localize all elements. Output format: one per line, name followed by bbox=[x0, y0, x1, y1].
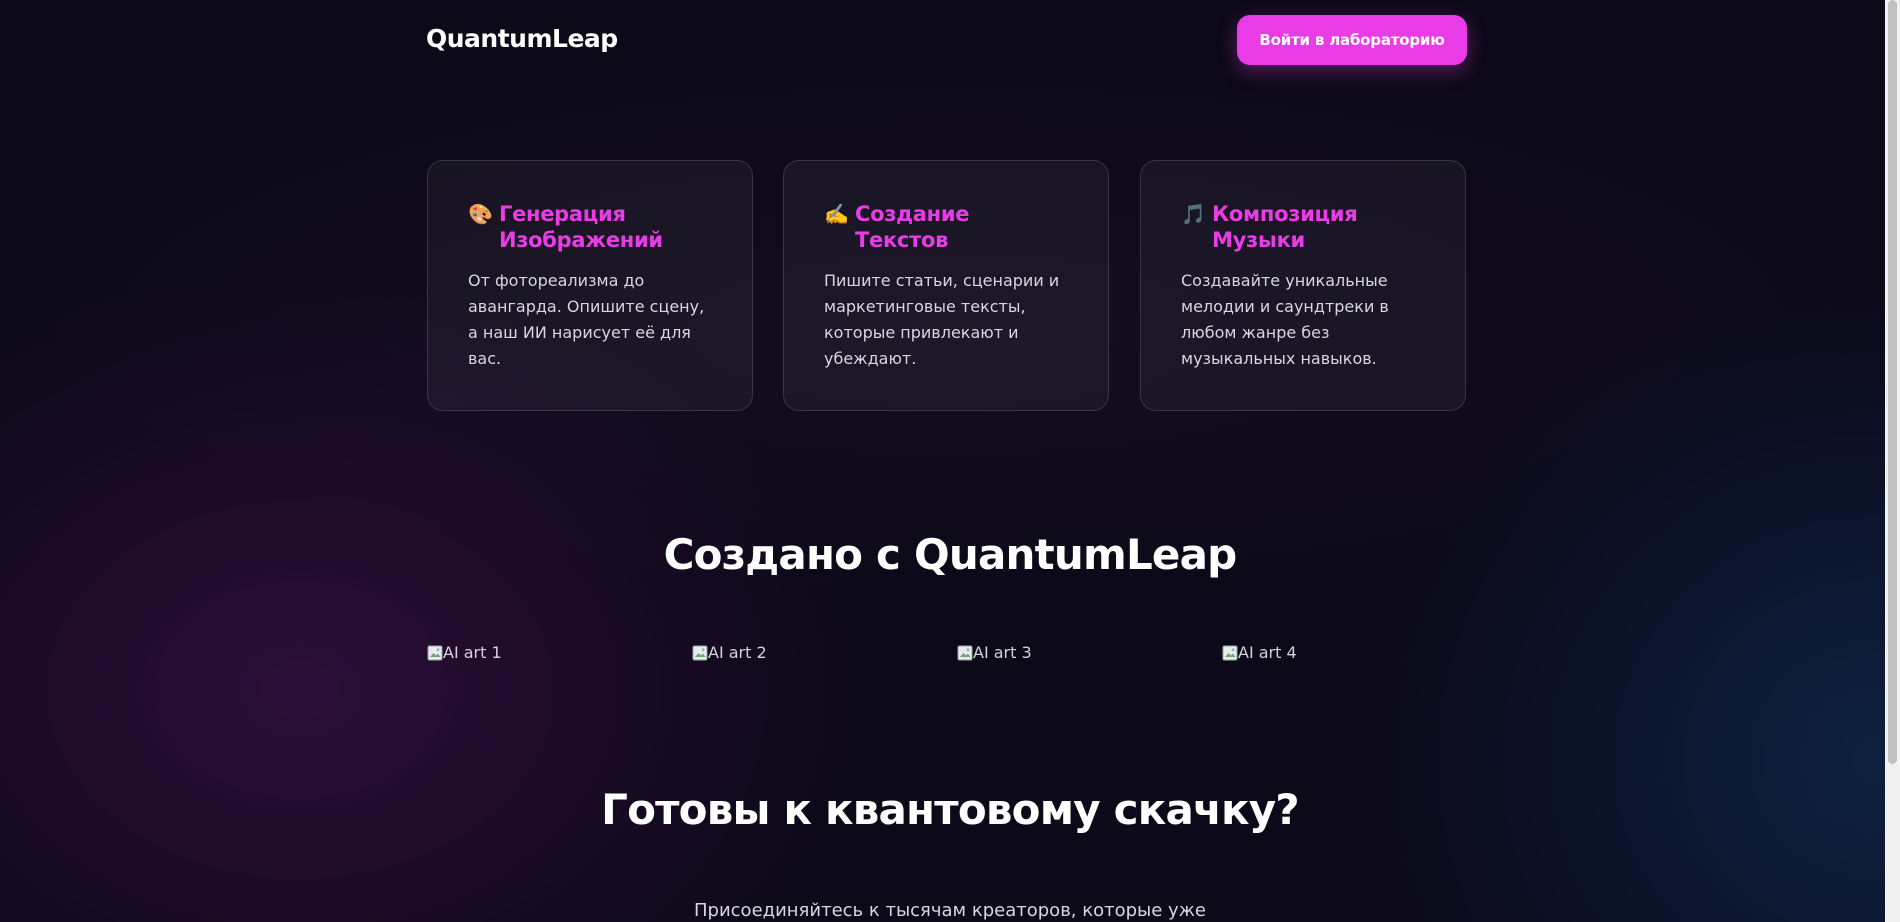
gallery-image[interactable]: AI art 3 bbox=[957, 643, 1032, 662]
feature-title-text: Композиция Музыки bbox=[1212, 202, 1358, 252]
broken-image-icon bbox=[692, 645, 708, 660]
scrollbar-thumb[interactable] bbox=[1888, 0, 1897, 764]
gallery-title: Создано с QuantumLeap bbox=[663, 530, 1238, 579]
music-notes-icon: 🎵 bbox=[1181, 202, 1206, 226]
vertical-scrollbar[interactable] bbox=[1885, 0, 1900, 922]
gallery-image[interactable]: AI art 2 bbox=[692, 643, 767, 662]
gallery-image-alt: AI art 2 bbox=[708, 643, 767, 662]
feature-card-texts: ✍️ Создание Текстов Пишите статьи, сцена… bbox=[783, 160, 1109, 411]
broken-image-icon bbox=[957, 645, 973, 660]
brand-logo[interactable]: QuantumLeap bbox=[426, 24, 618, 53]
broken-image-icon bbox=[427, 645, 443, 660]
gallery-grid: AI art 1 AI art 2 AI art 3 AI art 4 bbox=[427, 643, 1467, 683]
landing-page: QuantumLeap Войти в лабораторию 🎨 Генера… bbox=[0, 0, 1900, 922]
broken-image-icon bbox=[1222, 645, 1238, 660]
writing-hand-icon: ✍️ bbox=[824, 202, 849, 226]
feature-card-description: Пишите статьи, сценарии и маркетинговые … bbox=[824, 271, 1060, 368]
feature-card-music: 🎵 Композиция Музыки Создавайте уникальны… bbox=[1140, 160, 1466, 411]
feature-card-title: 🎨 Генерация Изображений bbox=[468, 201, 712, 253]
gallery-image-alt: AI art 3 bbox=[973, 643, 1032, 662]
feature-card-description: Создавайте уникальные мелодии и саундтре… bbox=[1181, 271, 1389, 368]
cta-subtitle: Присоединяйтесь к тысячам креаторов, кот… bbox=[694, 900, 1206, 921]
gallery-image-alt: AI art 1 bbox=[443, 643, 502, 662]
gallery-image-alt: AI art 4 bbox=[1238, 643, 1297, 662]
feature-card-title: ✍️ Создание Текстов bbox=[824, 201, 1068, 253]
feature-card-title: 🎵 Композиция Музыки bbox=[1181, 201, 1425, 253]
enter-lab-button[interactable]: Войти в лабораторию bbox=[1237, 15, 1467, 65]
feature-title-text: Создание Текстов bbox=[855, 202, 970, 252]
feature-card-description: От фотореализма до авангарда. Опишите сц… bbox=[468, 271, 705, 368]
cta-title: Готовы к квантовому скачку? bbox=[601, 785, 1300, 834]
feature-title-text: Генерация Изображений bbox=[499, 202, 663, 252]
feature-card-images: 🎨 Генерация Изображений От фотореализма … bbox=[427, 160, 753, 411]
gallery-image[interactable]: AI art 1 bbox=[427, 643, 502, 662]
gallery-image[interactable]: AI art 4 bbox=[1222, 643, 1297, 662]
palette-icon: 🎨 bbox=[468, 202, 493, 226]
